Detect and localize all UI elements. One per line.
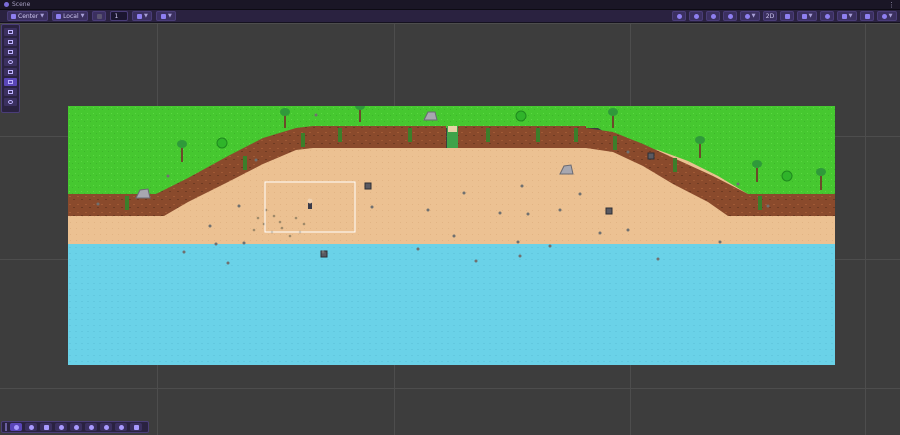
view-tool-icon[interactable]: [4, 28, 17, 36]
chevron-down-icon: ▼: [80, 13, 85, 19]
custom-tool-icon[interactable]: [4, 98, 17, 106]
grid-icon: [137, 13, 143, 19]
rect-tool-glyph: [8, 80, 13, 84]
dirt-cliff: [313, 126, 446, 148]
picker-icon[interactable]: [25, 423, 37, 431]
window-title: Scene: [12, 1, 31, 8]
dirt-cliff: [458, 126, 586, 148]
brush-icon[interactable]: [10, 423, 22, 431]
visibility-toggle[interactable]: [820, 11, 834, 21]
unlit-moon-icon: [727, 13, 733, 19]
camera-icon: [841, 13, 847, 19]
shading-unlit-button[interactable]: [723, 11, 737, 21]
tools-icon: [864, 13, 870, 19]
zoom-icon[interactable]: [85, 423, 97, 431]
grid-line: [865, 23, 866, 435]
pivot-mode-label: Center: [18, 12, 39, 20]
picker-glyph: [28, 424, 34, 430]
scale-tool-icon[interactable]: [4, 68, 17, 76]
drag-handle[interactable]: [5, 423, 7, 431]
transform-tool-icon[interactable]: [4, 88, 17, 96]
local-space-icon: [56, 13, 62, 19]
scene-toolbar: Center ▼ Local ▼ 1 ▼ ▼ ▼ 2D ▼ ▼ ▼: [0, 10, 900, 23]
chevron-down-icon: ▼: [888, 13, 893, 19]
snap-icon: [161, 13, 167, 19]
eye-icon: [824, 13, 830, 19]
grid-snap-toggle[interactable]: [92, 11, 107, 21]
brush-glyph: [13, 424, 19, 430]
space-mode-label: Local: [63, 12, 79, 20]
lit-sphere-icon: [710, 13, 716, 19]
tilemap-beach-scene[interactable]: [68, 106, 835, 365]
palette-glyph: [103, 424, 109, 430]
chevron-down-icon: ▼: [144, 13, 148, 19]
scene-viewport[interactable]: [0, 23, 900, 435]
move-icon[interactable]: [130, 423, 142, 431]
rotate-tool-icon[interactable]: [4, 58, 17, 66]
zoom-glyph: [88, 424, 94, 430]
effects-icon: [801, 13, 807, 19]
pivot-mode-dropdown[interactable]: Center ▼: [7, 11, 49, 21]
draw-mode-icon: [744, 13, 750, 19]
grid-line: [0, 23, 900, 24]
grid-visibility-dropdown[interactable]: ▼: [132, 11, 153, 21]
scene-window-titlebar: Scene ⋮: [0, 0, 900, 10]
transform-tool-glyph: [8, 90, 13, 94]
select-icon[interactable]: [115, 423, 127, 431]
rect-tool-icon[interactable]: [4, 78, 17, 86]
view-tool-glyph: [8, 30, 13, 34]
wireframe-icon: [676, 13, 682, 19]
move-tool-icon[interactable]: [4, 48, 17, 56]
2d-label: 2D: [765, 12, 775, 20]
grid-snap-icon: [96, 13, 102, 19]
move-tool-glyph: [8, 50, 13, 54]
water-area: [68, 243, 835, 365]
camera-dropdown[interactable]: ▼: [837, 11, 857, 21]
grid-line: [0, 388, 900, 389]
chevron-down-icon: ▼: [848, 13, 853, 19]
tile-palette-toolbar: [1, 421, 149, 433]
player-character: [307, 198, 313, 209]
fill-glyph: [58, 424, 64, 430]
scene-tools-overlay: [1, 24, 20, 113]
lighting-toggle[interactable]: [780, 11, 794, 21]
fill-icon[interactable]: [55, 423, 67, 431]
shaded-icon: [693, 13, 699, 19]
chevron-down-icon: ▼: [40, 13, 45, 19]
gizmos-icon: [881, 13, 887, 19]
kebab-menu-icon[interactable]: ⋮: [888, 1, 900, 9]
tools-toggle[interactable]: [860, 11, 874, 21]
move-glyph: [133, 424, 139, 430]
select-glyph: [118, 424, 124, 430]
chevron-down-icon: ▼: [168, 13, 172, 19]
palette-icon[interactable]: [100, 423, 112, 431]
scale-tool-glyph: [8, 70, 13, 74]
effects-dropdown[interactable]: ▼: [797, 11, 817, 21]
light-bulb-icon: [784, 13, 790, 19]
hand-tool-glyph: [8, 40, 13, 44]
custom-tool-glyph: [8, 100, 13, 104]
chevron-down-icon: ▼: [751, 13, 756, 19]
scene-icon: [4, 2, 9, 7]
pivot-icon: [11, 13, 16, 19]
hand-tool-icon[interactable]: [4, 38, 17, 46]
shading-wire-button[interactable]: [672, 11, 686, 21]
box-fill-icon[interactable]: [40, 423, 52, 431]
stone-stairs: [448, 126, 457, 132]
rotate-tool-glyph: [8, 60, 13, 64]
eraser-glyph: [73, 424, 79, 430]
shading-lit-button[interactable]: [706, 11, 720, 21]
snap-increment-field[interactable]: 1: [110, 11, 129, 21]
gizmos-dropdown[interactable]: ▼: [877, 11, 897, 21]
2d-toggle[interactable]: 2D: [763, 11, 777, 21]
box-fill-glyph: [43, 424, 49, 430]
space-mode-dropdown[interactable]: Local ▼: [52, 11, 89, 21]
shading-shaded-button[interactable]: [689, 11, 703, 21]
snap-settings-dropdown[interactable]: ▼: [156, 11, 177, 21]
draw-mode-dropdown[interactable]: ▼: [740, 11, 760, 21]
chevron-down-icon: ▼: [808, 13, 813, 19]
eraser-icon[interactable]: [70, 423, 82, 431]
